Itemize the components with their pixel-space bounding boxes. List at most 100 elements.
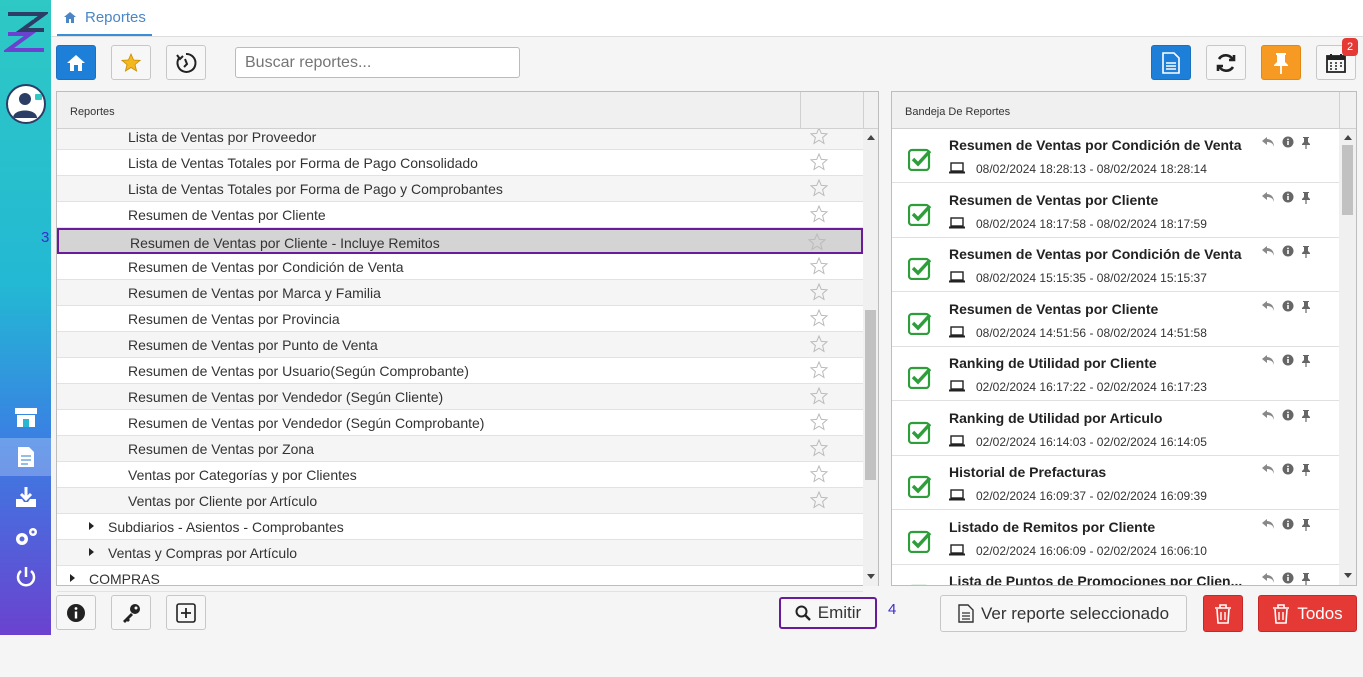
favorite-star-icon[interactable] — [809, 282, 829, 301]
tray-item[interactable]: Historial de Prefacturas 02/02/2024 16:09… — [892, 456, 1339, 510]
pin-icon[interactable] — [1301, 245, 1311, 258]
report-row[interactable]: Ventas por Cliente por Artículo — [57, 488, 863, 514]
tray-item[interactable]: Resumen de Ventas por Condición de Venta… — [892, 129, 1339, 183]
caret-right-icon[interactable] — [89, 522, 94, 530]
tree-folder[interactable]: Subdiarios - Asientos - Comprobantes — [57, 514, 863, 540]
report-row[interactable]: Resumen de Ventas por Condición de Venta — [57, 254, 863, 280]
info-icon[interactable] — [1282, 191, 1294, 203]
report-row[interactable]: Lista de Ventas Totales por Forma de Pag… — [57, 176, 863, 202]
pin-icon[interactable] — [1301, 136, 1311, 149]
scroll-up-icon[interactable] — [867, 135, 875, 140]
favorite-star-icon[interactable] — [809, 178, 829, 197]
favorite-star-icon[interactable] — [809, 386, 829, 405]
pin-icon[interactable] — [1301, 463, 1311, 476]
emit-button[interactable]: Emitir — [779, 597, 877, 629]
report-row[interactable]: Resumen de Ventas por Zona — [57, 436, 863, 462]
report-row[interactable]: Resumen de Ventas por Provincia — [57, 306, 863, 332]
reports-scrollbar[interactable] — [863, 129, 878, 586]
home-button[interactable] — [56, 45, 96, 80]
info-icon[interactable] — [1282, 463, 1294, 475]
info-button[interactable] — [56, 595, 96, 630]
favorite-star-icon[interactable] — [809, 360, 829, 379]
report-row[interactable]: Resumen de Ventas por Cliente - Incluye … — [57, 228, 863, 254]
report-row[interactable]: Resumen de Ventas por Usuario(Según Comp… — [57, 358, 863, 384]
reply-icon[interactable] — [1261, 354, 1275, 366]
info-icon[interactable] — [1282, 518, 1294, 530]
report-row[interactable]: Resumen de Ventas por Vendedor (Según Co… — [57, 410, 863, 436]
report-row[interactable]: Resumen de Ventas por Vendedor (Según Cl… — [57, 384, 863, 410]
report-row[interactable]: Resumen de Ventas por Punto de Venta — [57, 332, 863, 358]
reply-icon[interactable] — [1261, 245, 1275, 257]
sidebar-item-inbox[interactable] — [0, 478, 51, 516]
info-icon[interactable] — [1282, 409, 1294, 421]
reply-icon[interactable] — [1261, 409, 1275, 421]
pin-icon[interactable] — [1301, 518, 1311, 531]
document-button[interactable] — [1151, 45, 1191, 80]
tree-folder[interactable]: Ventas y Compras por Artículo — [57, 540, 863, 566]
favorite-star-icon[interactable] — [809, 334, 829, 353]
tray-item[interactable]: Listado de Remitos por Cliente 02/02/2024… — [892, 511, 1339, 565]
reply-icon[interactable] — [1261, 572, 1275, 584]
favorite-star-icon[interactable] — [809, 129, 829, 145]
reply-icon[interactable] — [1261, 463, 1275, 475]
favorite-star-icon[interactable] — [809, 204, 829, 223]
info-icon[interactable] — [1282, 572, 1294, 584]
report-row[interactable]: Resumen de Ventas por Cliente — [57, 202, 863, 228]
pin-icon[interactable] — [1301, 191, 1311, 204]
tree-folder[interactable]: COMPRAS — [57, 566, 863, 592]
report-row[interactable]: Lista de Ventas por Proveedor — [57, 129, 863, 150]
history-button[interactable] — [166, 45, 206, 80]
search-input[interactable] — [235, 47, 520, 78]
scroll-thumb[interactable] — [865, 310, 876, 480]
caret-right-icon[interactable] — [89, 548, 94, 556]
report-row[interactable]: Resumen de Ventas por Marca y Familia — [57, 280, 863, 306]
sidebar-item-logout[interactable] — [0, 558, 51, 596]
scroll-down-icon[interactable] — [1344, 573, 1352, 578]
caret-right-icon[interactable] — [70, 574, 75, 582]
sidebar-item-store[interactable] — [0, 398, 51, 436]
tray-item[interactable]: Resumen de Ventas por Condición de Venta… — [892, 238, 1339, 292]
pin-icon[interactable] — [1301, 354, 1311, 367]
delete-button[interactable] — [1203, 595, 1243, 632]
tray-scrollbar[interactable] — [1339, 129, 1356, 585]
tray-item[interactable]: Resumen de Ventas por Cliente 08/02/2024 … — [892, 293, 1339, 347]
user-avatar[interactable] — [6, 84, 46, 124]
tab-reportes[interactable]: Reportes — [57, 0, 152, 36]
favorite-star-icon[interactable] — [809, 152, 829, 171]
favorite-star-icon[interactable] — [809, 308, 829, 327]
info-icon[interactable] — [1282, 300, 1294, 312]
favorite-star-icon[interactable] — [809, 412, 829, 431]
refresh-button[interactable] — [1206, 45, 1246, 80]
pin-icon[interactable] — [1301, 409, 1311, 422]
scroll-thumb[interactable] — [1342, 145, 1353, 215]
delete-all-button[interactable]: Todos — [1258, 595, 1357, 632]
info-icon[interactable] — [1282, 136, 1294, 148]
pin-icon[interactable] — [1301, 572, 1311, 585]
calendar-button[interactable]: 2 — [1316, 38, 1358, 80]
pin-button[interactable] — [1261, 45, 1301, 80]
sidebar-item-settings[interactable] — [0, 518, 51, 556]
tray-item[interactable]: Lista de Puntos de Promociones por Clien… — [892, 565, 1339, 585]
favorite-star-icon[interactable] — [809, 438, 829, 457]
scroll-down-icon[interactable] — [867, 574, 875, 579]
favorite-star-icon[interactable] — [807, 232, 827, 251]
tray-item[interactable]: Resumen de Ventas por Cliente 08/02/2024 … — [892, 184, 1339, 238]
scroll-up-icon[interactable] — [1344, 135, 1352, 140]
favorite-star-icon[interactable] — [809, 256, 829, 275]
reply-icon[interactable] — [1261, 518, 1275, 530]
report-row[interactable]: Lista de Ventas Totales por Forma de Pag… — [57, 150, 863, 176]
favorite-star-icon[interactable] — [809, 490, 829, 509]
pin-icon[interactable] — [1301, 300, 1311, 313]
view-selected-report-button[interactable]: Ver reporte seleccionado — [940, 595, 1187, 632]
reply-icon[interactable] — [1261, 191, 1275, 203]
sidebar-item-reports[interactable] — [0, 438, 51, 476]
favorites-button[interactable] — [111, 45, 151, 80]
tray-item[interactable]: Ranking de Utilidad por Articulo 02/02/20… — [892, 402, 1339, 456]
tray-item[interactable]: Ranking de Utilidad por Cliente 02/02/202… — [892, 347, 1339, 401]
info-icon[interactable] — [1282, 354, 1294, 366]
key-button[interactable] — [111, 595, 151, 630]
info-icon[interactable] — [1282, 245, 1294, 257]
reply-icon[interactable] — [1261, 300, 1275, 312]
report-row[interactable]: Ventas por Categorías y por Clientes — [57, 462, 863, 488]
favorite-star-icon[interactable] — [809, 464, 829, 483]
